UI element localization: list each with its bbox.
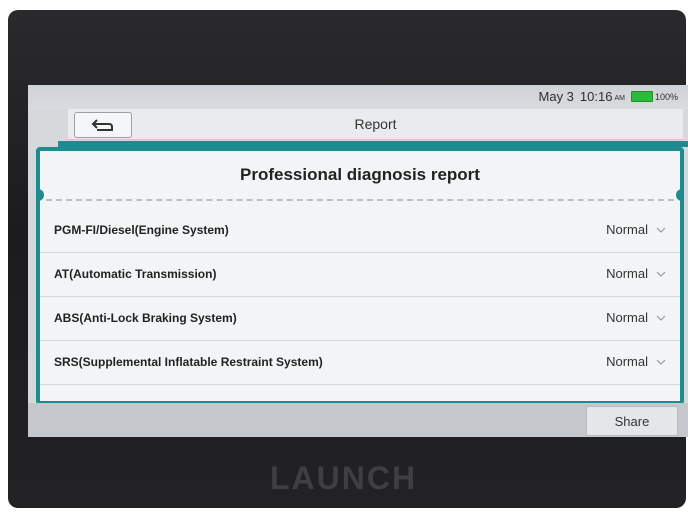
share-button[interactable]: Share (586, 406, 678, 436)
status-time: 10:16 (579, 89, 613, 104)
chevron-down-icon (656, 227, 666, 233)
device-brand-logo: LAUNCH (270, 460, 418, 496)
chevron-down-icon (656, 359, 666, 365)
status-text: Normal (606, 310, 648, 325)
bottom-toolbar: Share (28, 403, 688, 437)
status-bar: May 3 10:16 AM 100% (28, 85, 688, 109)
dashed-divider (46, 199, 674, 201)
system-status[interactable]: Normal (606, 354, 666, 369)
system-status[interactable]: Normal (606, 222, 666, 237)
status-text: Normal (606, 266, 648, 281)
system-list: PGM-FI/Diesel(Engine System) Normal AT(A… (40, 209, 680, 385)
status-text: Normal (606, 354, 648, 369)
title-bar: Report (68, 109, 683, 140)
chevron-down-icon (656, 315, 666, 321)
photo-background: May 3 10:16 AM 100% Report Professional … (0, 0, 688, 514)
system-name: AT(Automatic Transmission) (54, 267, 217, 281)
system-status[interactable]: Normal (606, 266, 666, 281)
list-item[interactable]: ABS(Anti-Lock Braking System) Normal (40, 297, 680, 341)
chevron-down-icon (656, 271, 666, 277)
page-title: Report (354, 116, 397, 132)
battery-icon (630, 91, 653, 102)
system-name: PGM-FI/Diesel(Engine System) (54, 223, 229, 237)
panel-notch-right (676, 189, 680, 201)
status-ampm: AM (614, 95, 625, 102)
list-item[interactable]: AT(Automatic Transmission) Normal (40, 253, 680, 297)
report-panel: Professional diagnosis report PGM-FI/Die… (36, 147, 684, 405)
status-date: May 3 (538, 89, 574, 104)
system-status[interactable]: Normal (606, 310, 666, 325)
battery-percent: 100% (654, 91, 678, 102)
panel-notch-left (40, 189, 44, 201)
status-info: May 3 10:16 AM 100% (539, 89, 678, 104)
system-name: SRS(Supplemental Inflatable Restraint Sy… (54, 355, 323, 369)
status-text: Normal (606, 222, 648, 237)
system-name: ABS(Anti-Lock Braking System) (54, 311, 237, 325)
list-item[interactable]: PGM-FI/Diesel(Engine System) Normal (40, 209, 680, 253)
list-item[interactable]: SRS(Supplemental Inflatable Restraint Sy… (40, 341, 680, 385)
device-screen: May 3 10:16 AM 100% Report Professional … (28, 85, 688, 437)
report-heading: Professional diagnosis report (240, 165, 480, 184)
